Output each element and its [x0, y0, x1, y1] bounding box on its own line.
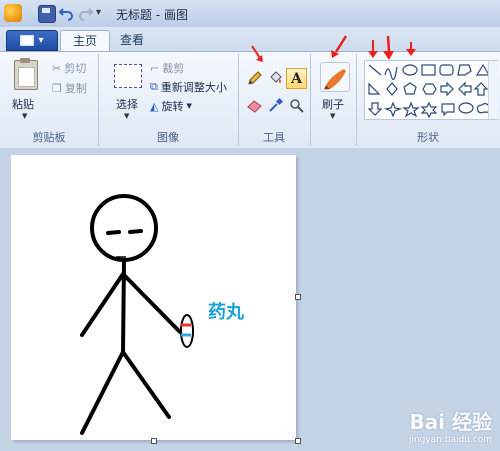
tab-home[interactable]: 主页 [60, 30, 111, 52]
annotation-arrow [406, 42, 416, 56]
brush-icon [320, 62, 350, 92]
redo-icon[interactable] [78, 5, 94, 21]
copy-button[interactable]: ❐ 复制 [52, 80, 87, 96]
right-triangle-shape-icon [368, 82, 381, 95]
shapes-group-label: 形状 [417, 131, 439, 144]
select-rectangle-icon [114, 64, 142, 88]
title-bar: ▾ 无标题 - 画图 [0, 0, 500, 28]
crop-icon: ⌐ [150, 61, 160, 75]
customize-toolbar-icon[interactable]: ▾ [96, 7, 101, 18]
magnifier-icon[interactable] [286, 95, 307, 116]
file-menu-icon [20, 35, 35, 46]
resize-handle-bottom[interactable] [151, 438, 157, 444]
oval-callout-shape-icon [458, 102, 474, 114]
right-arrow-shape-icon [440, 81, 454, 97]
fill-icon[interactable] [265, 68, 286, 89]
brushes-group: 刷子 ▼ [310, 54, 357, 146]
resize-button[interactable]: ⧉ 重新调整大小 [150, 79, 227, 95]
text-icon[interactable]: A [286, 68, 307, 89]
save-icon[interactable] [38, 5, 56, 23]
shapes-scrollbar[interactable] [488, 61, 498, 119]
down-arrow-shape-icon [367, 102, 383, 116]
four-point-star-shape-icon [383, 101, 403, 118]
scissors-icon: ✂ [52, 61, 62, 75]
annotation-arrow [331, 35, 348, 58]
diamond-shape-icon [386, 82, 398, 96]
crop-button[interactable]: ⌐ 裁剪 [150, 60, 184, 76]
watermark-logo: Bai 经验 [409, 410, 492, 434]
chevron-down-icon: ▼ [330, 112, 336, 120]
resize-handle-corner[interactable] [295, 438, 301, 444]
annotation-arrow [251, 45, 263, 62]
oval-shape-icon [402, 64, 418, 76]
rounded-rectangle-shape-icon [439, 64, 454, 76]
copy-icon: ❐ [52, 81, 62, 95]
rotate-icon: ◭ [150, 99, 159, 113]
tools-group: A 工具 [238, 54, 311, 146]
up-arrow-shape-icon [473, 82, 489, 96]
polygon-shape-icon [457, 64, 472, 76]
callout-shape-icon [441, 103, 455, 117]
chevron-down-icon: ▼ [22, 112, 28, 120]
left-arrow-shape-icon [458, 81, 472, 97]
image-group: 选择 ▼ ⌐ 裁剪 ⧉ 重新调整大小 ◭ 旋转 ▼ 图像 [98, 54, 239, 146]
shapes-gallery[interactable] [364, 60, 498, 120]
line-shape-icon [368, 64, 382, 76]
watermark-url: jingyan.baidu.com [408, 435, 492, 445]
clipboard-icon [14, 58, 38, 90]
window-title: 无标题 - 画图 [116, 8, 188, 22]
tab-view[interactable]: 查看 [108, 30, 156, 51]
paste-button[interactable]: 粘贴 ▼ [4, 54, 46, 126]
resize-handle-right[interactable] [295, 294, 301, 300]
select-label: 选择 [116, 98, 138, 111]
undo-icon[interactable] [58, 5, 74, 21]
brushes-button[interactable]: 刷子 ▼ [310, 54, 356, 126]
image-group-label: 图像 [157, 131, 179, 144]
baidu-watermark: Bai 经验 jingyan.baidu.com [409, 406, 492, 445]
cut-button[interactable]: ✂ 剪切 [52, 60, 86, 76]
pill-icon [180, 314, 194, 348]
drawing-canvas[interactable]: 药丸 [11, 155, 296, 440]
curve-shape-icon [384, 66, 398, 81]
canvas-workspace: 药丸 Bai 经验 jingyan.baidu.com [0, 148, 500, 451]
six-point-star-shape-icon [420, 101, 438, 119]
rotate-button[interactable]: ◭ 旋转 ▼ [150, 98, 192, 114]
pill-label: 药丸 [208, 302, 244, 323]
shapes-group: 形状 [356, 54, 500, 146]
clipboard-group-label: 剪贴板 [32, 131, 66, 144]
tools-group-label: 工具 [263, 131, 285, 144]
color-picker-icon[interactable] [265, 95, 286, 116]
pencil-icon[interactable] [244, 68, 265, 89]
stick-figure-drawing [80, 194, 194, 435]
select-button[interactable]: 选择 ▼ [102, 54, 152, 126]
file-menu-button[interactable]: ▾ [6, 30, 58, 51]
chevron-down-icon: ▼ [124, 112, 130, 120]
resize-icon: ⧉ [150, 80, 158, 93]
paste-label: 粘贴 [12, 98, 34, 111]
eraser-icon[interactable] [244, 95, 265, 116]
hexagon-shape-icon [422, 83, 437, 95]
annotation-arrow [368, 40, 378, 58]
clipboard-group: 粘贴 ▼ ✂ 剪切 ❐ 复制 剪贴板 [0, 54, 99, 146]
five-point-star-shape-icon [402, 101, 420, 118]
rectangle-shape-icon [421, 64, 436, 76]
annotation-arrow [383, 35, 394, 60]
paint-app-icon[interactable] [4, 4, 22, 22]
brushes-label: 刷子 [322, 98, 344, 111]
pentagon-shape-icon [403, 82, 417, 95]
